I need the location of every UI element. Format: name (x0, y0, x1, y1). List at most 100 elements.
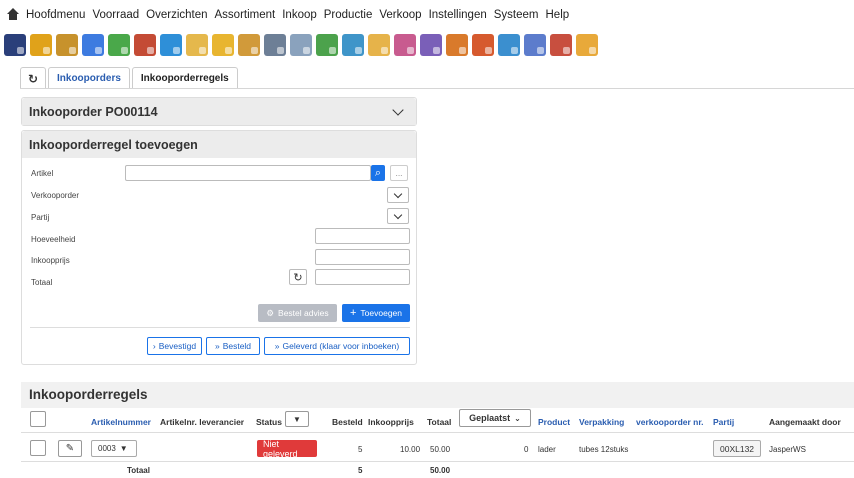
geleverd-button[interactable]: » Geleverd (klaar voor inboeken) (264, 337, 410, 355)
header-partij[interactable]: Partij (713, 417, 734, 427)
globe-doc-icon[interactable] (472, 34, 494, 56)
hand-icon[interactable] (186, 34, 208, 56)
search-list-icon[interactable] (290, 34, 312, 56)
inkoopprijs-label: Inkoopprijs (31, 256, 70, 265)
clipboard-icon[interactable] (108, 34, 130, 56)
users-icon[interactable] (576, 34, 598, 56)
search-icon[interactable] (264, 34, 286, 56)
package-icon[interactable] (368, 34, 390, 56)
caret-down-icon: ▼ (293, 414, 301, 424)
table-title: Inkooporderregels (29, 387, 148, 402)
hoeveelheid-input[interactable] (315, 228, 410, 244)
folder-icon[interactable] (30, 34, 52, 56)
phone-icon[interactable] (4, 34, 26, 56)
gear-icon: ⚙ (266, 307, 275, 318)
globe-search-icon[interactable] (316, 34, 338, 56)
partij-label: Partij (31, 213, 50, 222)
row-checkbox[interactable] (30, 440, 46, 456)
refresh-tab-icon[interactable]: ↻ (20, 67, 46, 89)
tab-inkooporders[interactable]: Inkooporders (48, 67, 130, 89)
menu-verkoop[interactable]: Verkoop (379, 9, 421, 21)
besteld-value: 5 (358, 445, 363, 454)
header-product[interactable]: Product (538, 417, 570, 427)
partij-select[interactable] (387, 208, 409, 224)
table-header-line (21, 432, 854, 433)
menu-productie[interactable]: Productie (324, 9, 373, 21)
edit-icon[interactable]: ✎ (58, 440, 82, 457)
menu-voorraad[interactable]: Voorraad (92, 9, 139, 21)
header-verkooporder[interactable]: verkooporder nr. (636, 417, 704, 427)
geleverd-label: Geleverd (klaar voor inboeken) (282, 341, 400, 351)
dashboard-icon[interactable] (82, 34, 104, 56)
recalculate-icon[interactable]: ↻ (289, 269, 307, 285)
chevron-right-icon: › (152, 341, 156, 351)
cart-icon[interactable] (394, 34, 416, 56)
geplaatst-label: Geplaatst (469, 413, 511, 423)
add-line-header: Inkooporderregel toevoegen (22, 131, 416, 158)
caret-down-icon: ▼ (119, 444, 128, 453)
home-icon[interactable] (6, 8, 20, 22)
plus-icon: + (349, 307, 357, 319)
more-button[interactable]: ... (390, 165, 408, 181)
inkoopprijs-input[interactable] (315, 249, 410, 265)
menu-instellingen[interactable]: Instellingen (429, 9, 487, 21)
header-verpakking[interactable]: Verpakking (579, 417, 624, 427)
inkoopprijs-value: 10.00 (400, 445, 421, 454)
box-icon[interactable] (238, 34, 260, 56)
status-filter-dropdown[interactable]: ▼ (285, 411, 309, 427)
header-besteld: Besteld (332, 417, 363, 427)
hoeveelheid-label: Hoeveelheid (31, 235, 76, 244)
grid-icon[interactable] (134, 34, 156, 56)
header-status: Status (256, 417, 282, 427)
bestel-advies-button[interactable]: ⚙ Bestel advies (258, 304, 337, 322)
bevestigd-button[interactable]: › Bevestigd (147, 337, 202, 355)
verpakking-value: tubes 12stuks (579, 445, 629, 454)
header-inkoopprijs: Inkoopprijs (368, 417, 414, 427)
report-icon[interactable] (420, 34, 442, 56)
footer-besteld: 5 (358, 466, 363, 475)
toevoegen-label: Toevoegen (360, 308, 403, 318)
chevron-down-icon: ⌄ (514, 413, 521, 423)
artikel-input[interactable] (125, 165, 371, 181)
truck-icon[interactable] (446, 34, 468, 56)
globe-pen-icon[interactable] (524, 34, 546, 56)
verkooporder-select[interactable] (387, 187, 409, 203)
geplaatst-dropdown[interactable]: Geplaatst ⌄ (459, 409, 531, 427)
totaal-input[interactable] (315, 269, 410, 285)
double-chevron-right-icon: » (214, 341, 220, 351)
order-panel-header[interactable]: Inkooporder PO00114 (22, 98, 416, 125)
header-artikelnummer[interactable]: Artikelnummer (91, 417, 151, 427)
search-icon[interactable]: ⌕ (371, 165, 385, 181)
menu-overzichten[interactable]: Overzichten (146, 9, 207, 21)
geplaatst-value: 0 (524, 445, 529, 454)
toevoegen-button[interactable]: + Toevoegen (342, 304, 410, 322)
add-line-title: Inkooporderregel toevoegen (29, 137, 198, 152)
double-chevron-right-icon: » (274, 341, 280, 351)
tab-divider (20, 88, 854, 89)
footer-label: Totaal (127, 466, 150, 475)
star-icon[interactable] (212, 34, 234, 56)
table-row-line (21, 461, 854, 462)
globe-star-icon[interactable] (550, 34, 572, 56)
tab-inkooporderregels[interactable]: Inkooporderregels (131, 67, 238, 89)
artikel-value: 0003 (98, 444, 116, 453)
totaal-value: 50.00 (430, 445, 451, 454)
bestel-advies-label: Bestel advies (278, 308, 329, 318)
status-badge: Niet geleverd (257, 439, 317, 459)
menu-systeem[interactable]: Systeem (494, 9, 539, 21)
document-globe-icon[interactable] (342, 34, 364, 56)
dolly-icon[interactable] (56, 34, 78, 56)
order-panel: Inkooporder PO00114 (21, 97, 417, 126)
totaal-label: Totaal (31, 278, 53, 287)
globe-box-icon[interactable] (498, 34, 520, 56)
menu-assortiment[interactable]: Assortiment (215, 9, 276, 21)
menu-help[interactable]: Help (546, 9, 570, 21)
menu-hoofdmenu[interactable]: Hoofdmenu (26, 9, 85, 21)
artikel-select[interactable]: 0003 ▼ (91, 440, 137, 457)
menu-inkoop[interactable]: Inkoop (282, 9, 317, 21)
besteld-button[interactable]: » Besteld (206, 337, 260, 355)
partij-button[interactable]: 00XL132 (713, 440, 761, 457)
select-all-checkbox[interactable] (30, 411, 46, 427)
globe-icon[interactable] (160, 34, 182, 56)
footer-totaal: 50.00 (430, 466, 451, 475)
